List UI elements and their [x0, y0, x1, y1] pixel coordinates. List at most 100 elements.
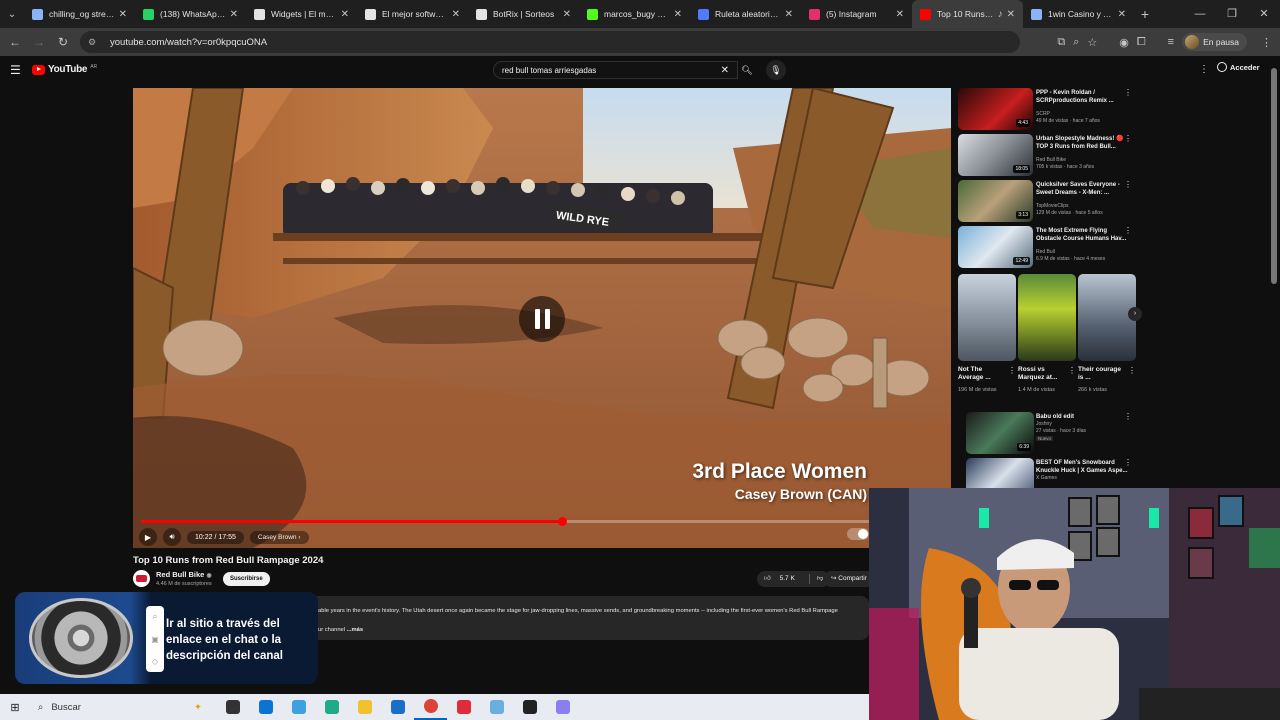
outlook-icon[interactable] — [381, 694, 414, 720]
more-actions-icon[interactable]: ⋮ — [1124, 88, 1132, 97]
restore-icon[interactable]: ❐ — [1216, 0, 1248, 28]
chrome-icon[interactable] — [414, 694, 447, 720]
media-control-icon[interactable]: ≡ — [1168, 36, 1174, 48]
more-actions-icon[interactable]: ⋮ — [1124, 412, 1132, 421]
clear-search-icon[interactable]: ✕ — [721, 65, 729, 76]
recommended-channel[interactable]: X Games — [1036, 475, 1057, 481]
video-thumbnail[interactable]: 3:13 — [958, 180, 1033, 222]
tab-close-icon[interactable]: ✕ — [452, 9, 460, 20]
recommended-channel[interactable]: Red Bull Bike — [1036, 157, 1066, 163]
browser-menu-icon[interactable]: ⋮ — [1261, 36, 1272, 49]
obs-studio-icon[interactable] — [447, 694, 480, 720]
autoplay-toggle[interactable] — [847, 528, 869, 540]
reload-icon[interactable]: ↻ — [51, 35, 75, 49]
minimize-icon[interactable]: — — [1184, 0, 1216, 28]
pause-button[interactable] — [519, 296, 565, 342]
extensions-puzzle-icon[interactable]: ⧠ — [1137, 36, 1146, 49]
browser-tab[interactable]: 1win Casino y Apuestas ✕ — [1023, 0, 1134, 28]
bookmark-star-icon[interactable]: ☆ — [1087, 36, 1097, 49]
video-player[interactable]: WILD RYE 3rd Place Women Casey Brown (CA… — [133, 88, 951, 548]
recommended-title[interactable]: Babu old edit — [1036, 413, 1130, 421]
short-more-icon[interactable]: ⋮ — [1128, 366, 1136, 375]
address-bar[interactable]: ⚙ youtube.com/watch?v=or0kpqcuONA — [80, 31, 1020, 53]
browser-tab[interactable]: Top 10 Runs from Red Bull ♪ ✕ — [912, 0, 1023, 28]
more-actions-icon[interactable]: ⋮ — [1124, 226, 1132, 235]
zoom-icon[interactable]: ⌕ — [1073, 36, 1079, 49]
video-thumbnail[interactable]: 6:39 — [966, 412, 1034, 454]
profile-button[interactable]: En pausa — [1182, 33, 1247, 51]
short-thumbnail[interactable] — [1078, 274, 1136, 361]
tab-close-icon[interactable]: ✕ — [1007, 9, 1015, 20]
tab-search-icon[interactable]: ⌄ — [0, 0, 24, 28]
new-tab-button[interactable]: + — [1134, 6, 1156, 22]
recommended-title[interactable]: Quicksilver Saves Everyone - Sweet Dream… — [1036, 181, 1130, 197]
browser-tab[interactable]: Widgets | El mejor ✕ — [246, 0, 357, 28]
recommended-video[interactable]: 4:43 PPP - Kevin Roldan / SCRPproductions… — [958, 88, 1140, 130]
recommended-video[interactable]: 3:13 Quicksilver Saves Everyone - Sweet D… — [958, 180, 1140, 222]
short-thumbnail[interactable] — [958, 274, 1016, 361]
recommended-video[interactable]: 6:39 Babu old edit Joshny 27 vistas · hace … — [958, 412, 1140, 454]
share-button[interactable]: ↪ Compartir — [823, 571, 869, 587]
video-thumbnail[interactable]: 12:49 — [958, 226, 1033, 268]
short-more-icon[interactable]: ⋮ — [1008, 366, 1016, 375]
youtube-logo[interactable]: YouTube AR — [32, 64, 97, 75]
more-actions-icon[interactable]: ⋮ — [1124, 458, 1132, 467]
page-scrollbar[interactable] — [1271, 68, 1277, 284]
windows-start-icon[interactable]: ⊞ — [0, 701, 30, 714]
browser-tab[interactable]: (138) WhatsApp Business ✕ — [135, 0, 246, 28]
recommended-video[interactable]: 12:49 The Most Extreme Flying Obstacle Co… — [958, 226, 1140, 268]
menu-hamburger-icon[interactable]: ☰ — [10, 63, 21, 77]
tab-audio-icon[interactable]: ♪ — [998, 9, 1003, 20]
recommended-channel[interactable]: TopMovieClips — [1036, 203, 1069, 209]
browser-tab[interactable]: chilling_og stream ✕ — [24, 0, 135, 28]
tab-close-icon[interactable]: ✕ — [341, 9, 349, 20]
volume-icon[interactable]: 🔊︎ — [163, 528, 181, 546]
recommended-title[interactable]: PPP - Kevin Roldan / SCRPproductions Rem… — [1036, 89, 1130, 105]
tab-close-icon[interactable]: ✕ — [896, 9, 904, 20]
short-thumbnail[interactable] — [1018, 274, 1076, 361]
short-title[interactable]: Not The Average ... — [958, 366, 1006, 383]
show-more-link[interactable]: ...más — [347, 627, 363, 633]
close-icon[interactable]: ✕ — [1248, 0, 1280, 28]
recommended-title[interactable]: The Most Extreme Flying Obstacle Course … — [1036, 227, 1130, 243]
file-explorer-icon[interactable] — [348, 694, 381, 720]
channel-avatar[interactable] — [133, 570, 150, 587]
voice-search-icon[interactable]: 🎙︎ — [766, 60, 786, 80]
site-info-icon[interactable]: ⚙ — [88, 37, 100, 48]
microsoft-store-icon[interactable] — [249, 694, 282, 720]
channel-name[interactable]: Red Bull Bike ◉ — [156, 570, 212, 579]
edge-browser-icon[interactable] — [315, 694, 348, 720]
video-thumbnail[interactable]: 4:43 — [958, 88, 1033, 130]
browser-tab[interactable]: marcos_bugy Stream ✕ — [579, 0, 690, 28]
more-actions-icon[interactable]: ⋮ — [1124, 134, 1132, 143]
taskbar-search[interactable]: ⌕ Buscar ✦ — [30, 694, 216, 720]
subscribe-button[interactable]: Suscribirse — [223, 572, 270, 586]
shorts-next-icon[interactable]: › — [1128, 307, 1142, 321]
progress-bar[interactable] — [141, 517, 869, 526]
play-icon[interactable]: ▶ — [139, 528, 157, 546]
tab-close-icon[interactable]: ✕ — [674, 9, 682, 20]
tab-close-icon[interactable]: ✕ — [230, 9, 238, 20]
tab-close-icon[interactable]: ✕ — [785, 9, 793, 20]
browser-tab[interactable]: El mejor software ✕ — [357, 0, 468, 28]
tab-close-icon[interactable]: ✕ — [1118, 9, 1126, 20]
short-more-icon[interactable]: ⋮ — [1068, 366, 1076, 375]
search-button[interactable]: 🔍︎ — [738, 61, 756, 79]
task-view-icon[interactable] — [216, 694, 249, 720]
recommended-title[interactable]: BEST OF Men's Snowboard Knuckle Huck | X… — [1036, 459, 1130, 475]
streaming-app-icon[interactable] — [513, 694, 546, 720]
recommended-video[interactable]: 18:05 Urban Slopestyle Madness! 🔴 TOP 3 R… — [958, 134, 1140, 176]
recommended-channel[interactable]: Red Bull — [1036, 249, 1055, 255]
browser-tab[interactable]: (5) Instagram ✕ — [801, 0, 912, 28]
browser-tab[interactable]: Ruleta aleatoria online ✕ — [690, 0, 801, 28]
notepad-icon[interactable] — [480, 694, 513, 720]
recommended-channel[interactable]: Joshny — [1036, 421, 1052, 427]
forward-icon[interactable]: → — [27, 35, 51, 49]
tab-close-icon[interactable]: ✕ — [119, 9, 127, 20]
chapter-button[interactable]: Casey Brown › — [249, 530, 309, 544]
back-icon[interactable]: ← — [3, 35, 27, 49]
short-title[interactable]: Their courage is ... — [1078, 366, 1126, 383]
more-actions-icon[interactable]: ⋮ — [1124, 180, 1132, 189]
recommended-channel[interactable]: SCRP — [1036, 111, 1050, 117]
browser-tab[interactable]: BotRix | Sorteos ✕ — [468, 0, 579, 28]
